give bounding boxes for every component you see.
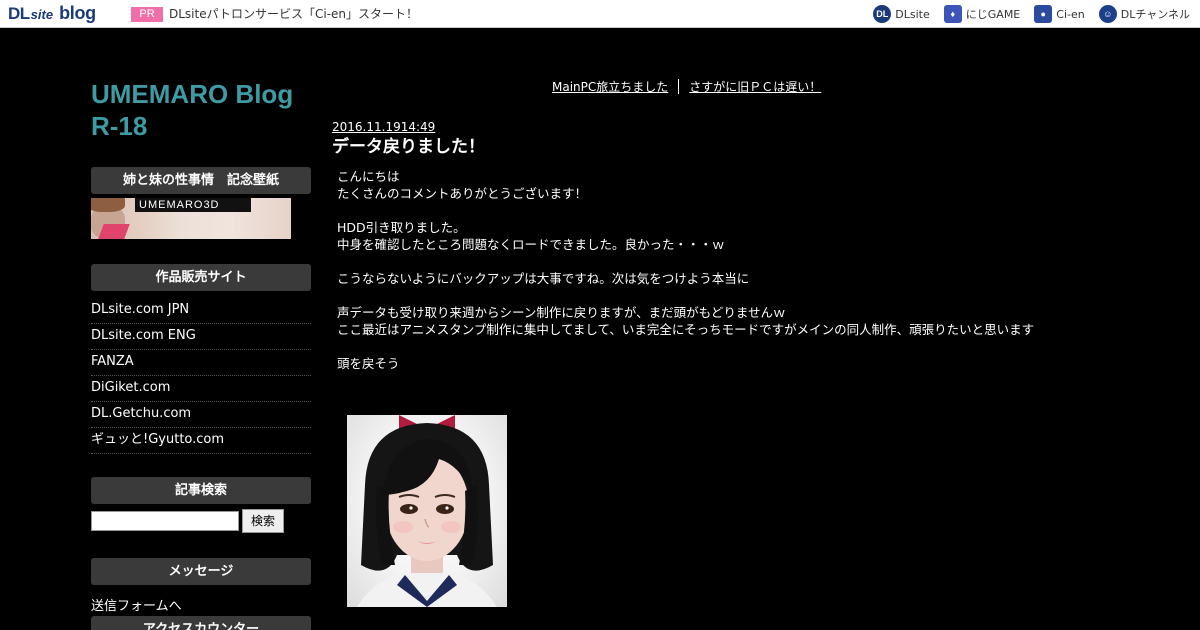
brand-main: DL [8,4,30,23]
prev-post-link[interactable]: MainPC旅立ちました [552,78,668,95]
shop-link[interactable]: DiGiket.com [91,376,311,402]
body-line: 頭を戻そう [337,356,400,371]
cien-icon: ● [1034,5,1053,23]
body-line [337,253,1037,270]
body-line: こうならないようにバックアップは大事ですね。次は気をつけよう本当に [337,271,750,286]
search-input[interactable] [91,511,239,531]
service-link-cien[interactable]: ● Ci-en [1034,5,1085,23]
shop-link[interactable]: DLsite.com ENG [91,324,311,350]
service-link-dlchannel[interactable]: ☺ DLチャンネル [1098,5,1190,23]
dlsite-icon: DL [873,5,892,23]
post-portrait-image[interactable] [347,415,507,607]
banner-logo-text: UMEMARO3D [139,199,220,211]
pager-divider [678,78,680,94]
search-widget-heading: 記事検索 [91,477,311,504]
shop-link[interactable]: DL.Getchu.com [91,402,311,428]
post-pager: MainPC旅立ちました さすがに旧ＰＣは遅い！ [552,78,821,94]
brand-blog: blog [59,3,96,23]
post-body: こんにちは たくさんのコメントありがとうございます！ HDD引き取りました。 中… [337,168,1037,372]
brand-sub: site [30,7,54,22]
message-widget-heading: メッセージ [91,558,311,585]
body-line: 中身を確認したところ問題なくロードできました。良かった・・・ｗ [337,237,725,252]
shop-widget-heading: 作品販売サイト [91,264,311,291]
shop-link-list: DLsite.com JPN DLsite.com ENG FANZA DiGi… [91,298,311,454]
pr-badge: PR [131,7,163,22]
body-line: こんにちは [337,169,400,184]
dlchannel-icon: ☺ [1098,5,1117,23]
banner-hair [91,198,125,212]
body-line [337,287,1037,304]
dlsite-blog-logo[interactable]: DL site blog [8,3,96,25]
body-line: ここ最近はアニメスタンプ制作に集中してまして、いま完全にそっちモードですがメイン… [337,322,1035,337]
service-label: にじGAME [965,8,1021,21]
post-date[interactable]: 2016.11.1914:49 [332,120,435,134]
top-bar: DL site blog PR DLsiteパトロンサービス「Ci-en」スター… [0,0,1200,28]
service-label: DLチャンネル [1120,8,1190,21]
wallpaper-banner-image[interactable]: UMEMARO3D [91,198,291,239]
counter-widget-heading: アクセスカウンター [91,616,311,630]
service-links: DL DLsite ♦ にじGAME ● Ci-en ☺ DLチャンネル [873,3,1190,25]
service-label: DLsite [895,7,930,21]
banner-ribbon [98,224,130,239]
body-line [337,202,1037,219]
service-link-nijigame[interactable]: ♦ にじGAME [943,5,1021,23]
blog-title[interactable]: UMEMARO Blog R-18 [91,78,311,142]
service-link-dlsite[interactable]: DL DLsite [873,5,930,23]
wallpaper-widget-heading: 姉と妹の性事情 記念壁紙 [91,167,311,194]
body-line: たくさんのコメントありがとうございます！ [337,186,588,201]
service-label: Ci-en [1056,7,1085,21]
body-line [337,338,1037,355]
post-title: データ戻りました！ [332,137,485,157]
shop-link[interactable]: DLsite.com JPN [91,298,311,324]
pr-announcement-link[interactable]: DLsiteパトロンサービス「Ci-en」スタート！ [169,6,418,22]
search-button[interactable]: 検索 [242,509,284,533]
shop-link[interactable]: FANZA [91,350,311,376]
body-line: 声データも受け取り来週からシーン制作に戻りますが、まだ頭がもどりませんｗ [337,305,786,320]
body-line: HDD引き取りました。 [337,220,466,235]
message-form-link[interactable]: 送信フォームへ [91,595,182,614]
next-post-link[interactable]: さすがに旧ＰＣは遅い！ [689,78,821,95]
nijigame-icon: ♦ [943,5,962,23]
portrait-illustration [357,415,497,607]
shop-link[interactable]: ギュッと!Gyutto.com [91,428,311,454]
